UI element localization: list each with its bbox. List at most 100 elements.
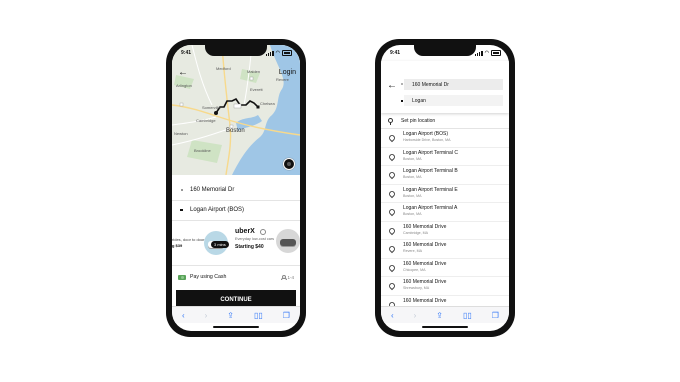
result-name: 160 Memorial Drive [403,279,447,285]
next-car-image[interactable] [276,229,300,253]
map-graphic [172,45,300,175]
result-address: Boston, MA [403,193,422,198]
bookmarks-icon[interactable]: ▯▯ [254,311,263,320]
location-pin-icon [387,281,397,291]
notch [205,45,267,56]
pin-icon [388,118,393,125]
dropoff-row[interactable]: Logan Airport (BOS) [172,200,300,221]
list-item[interactable]: Logan Airport Terminal B Boston, MA [381,165,509,185]
vehicle-carousel[interactable]: rides, door to door g $39 [172,221,300,261]
back-arrow-icon[interactable]: ← [387,81,397,91]
info-icon[interactable] [260,229,266,235]
share-icon[interactable]: ⇪ [227,311,234,320]
list-item[interactable]: Logan Airport (BOS) Harborside Drive, Bo… [381,128,509,148]
result-name: Logan Airport Terminal E [403,186,458,193]
list-item[interactable]: 160 Memorial Drive Cambridge, MA [381,221,509,240]
location-pin-icon [387,170,397,180]
search-screen: 9:41 ◠ ← 160 Memorial Dr Logan Set pin l… [381,45,509,331]
map-view[interactable]: Arlington Medford Malden Everett Revere … [172,45,300,175]
result-name: Logan Airport Terminal A [403,205,458,211]
battery-icon [491,50,501,56]
location-pin-icon [387,152,397,161]
result-name: 160 Memorial Drive [403,223,447,230]
booking-screen: 9:41 ◠ Arlington Medford Malden Everett … [172,45,300,331]
search-panel: ← 160 Memorial Dr Logan [381,61,509,113]
battery-icon [282,50,292,56]
home-indicator [213,326,259,328]
tabs-icon[interactable]: ❐ [283,311,290,320]
map-label-somerville: Somerville [202,105,221,110]
status-time: 9:41 [181,50,192,56]
location-pin-icon [387,263,397,272]
login-link[interactable]: Login [279,69,296,76]
bookmarks-icon[interactable]: ▯▯ [463,311,472,320]
list-item[interactable]: 160 Memorial Drive Chicopee, MA [381,258,509,277]
list-item[interactable]: Logan Airport Terminal C Boston, MA [381,147,509,166]
dropoff-square-icon [180,208,183,212]
set-pin-row[interactable]: Set pin location [381,114,509,129]
uberx-title: uberX [235,228,255,235]
result-address: Revere, MA [403,249,422,253]
share-icon[interactable]: ⇪ [436,311,443,320]
seat-count-text: 1-4 [287,274,294,280]
signal-icon [265,50,274,56]
map-label-medford: Medford [216,66,231,71]
payment-row[interactable]: Pay using Cash 1-4 [172,265,300,288]
to-square-icon [401,99,403,102]
forward-icon[interactable]: › [414,311,417,320]
wifi-icon: ◠ [275,49,280,56]
list-item[interactable]: 160 Memorial Drive Shrewsbury, MA [381,276,509,296]
to-input-value: Logan [412,97,426,104]
result-name: 160 Memorial Drive [403,297,447,304]
eta-badge: 3 mins [211,241,229,248]
result-address: Boston, MA [403,156,422,161]
map-label-cambridge: Cambridge [196,118,216,123]
result-address: Shrewsbury, MA [403,286,430,290]
prev-vehicle-price: g $39 [172,243,183,248]
to-input[interactable]: Logan [401,95,503,106]
set-pin-label: Set pin location [401,118,436,124]
seat-count[interactable]: 1-4 [280,274,294,281]
phone-search: 9:41 ◠ ← 160 Memorial Dr Logan Set pin l… [375,39,515,337]
home-indicator [422,326,468,328]
list-item[interactable]: Logan Airport Terminal A Boston, MA [381,202,509,222]
map-label-chelsea: Chelsea [260,101,275,106]
safari-toolbar: ‹ › ⇪ ▯▯ ❐ [172,306,300,323]
result-address: Boston, MA [403,212,422,216]
map-label-revere: Revere [276,77,289,82]
prev-vehicle-text[interactable]: rides, door to door g $39 [172,237,204,249]
notch [414,45,476,56]
back-icon[interactable]: ‹ [391,311,394,320]
pickup-row[interactable]: 160 Memorial Dr [172,180,300,201]
status-time: 9:41 [390,50,401,56]
result-name: Logan Airport Terminal B [403,168,458,174]
signal-icon [474,50,483,56]
back-icon[interactable]: ‹ [182,311,185,320]
status-icons: ◠ [474,49,501,56]
location-pin-icon [387,207,397,217]
uberx-description: Everyday low-cost cars [235,237,275,241]
list-item[interactable]: Logan Airport Terminal E Boston, MA [381,184,509,203]
result-address: Boston, MA [403,175,422,179]
phone-booking: 9:41 ◠ Arlington Medford Malden Everett … [166,39,306,337]
wifi-icon: ◠ [484,49,489,56]
cash-icon [178,274,186,280]
map-label-everett: Everett [250,87,263,92]
back-arrow-icon[interactable]: ← [178,68,188,78]
result-name: 160 Memorial Drive [403,242,447,248]
from-input[interactable]: 160 Memorial Dr [401,79,503,90]
list-item[interactable]: 160 Memorial Drive Revere, MA [381,239,509,259]
map-label-malden: Malden [247,69,261,74]
location-pin-icon [387,189,397,198]
forward-icon[interactable]: › [205,311,208,320]
from-input-value: 160 Memorial Dr [412,81,449,88]
tabs-icon[interactable]: ❐ [492,311,499,320]
pickup-dot-icon [180,189,183,191]
map-label-boston: Boston [226,128,245,134]
map-label-newton: Newton [174,131,188,136]
location-pin-icon [387,133,397,143]
my-location-button[interactable] [283,158,295,170]
result-address: Cambridge, MA [403,230,428,235]
location-pin-icon [387,226,397,235]
result-name: 160 Memorial Drive [403,260,447,267]
